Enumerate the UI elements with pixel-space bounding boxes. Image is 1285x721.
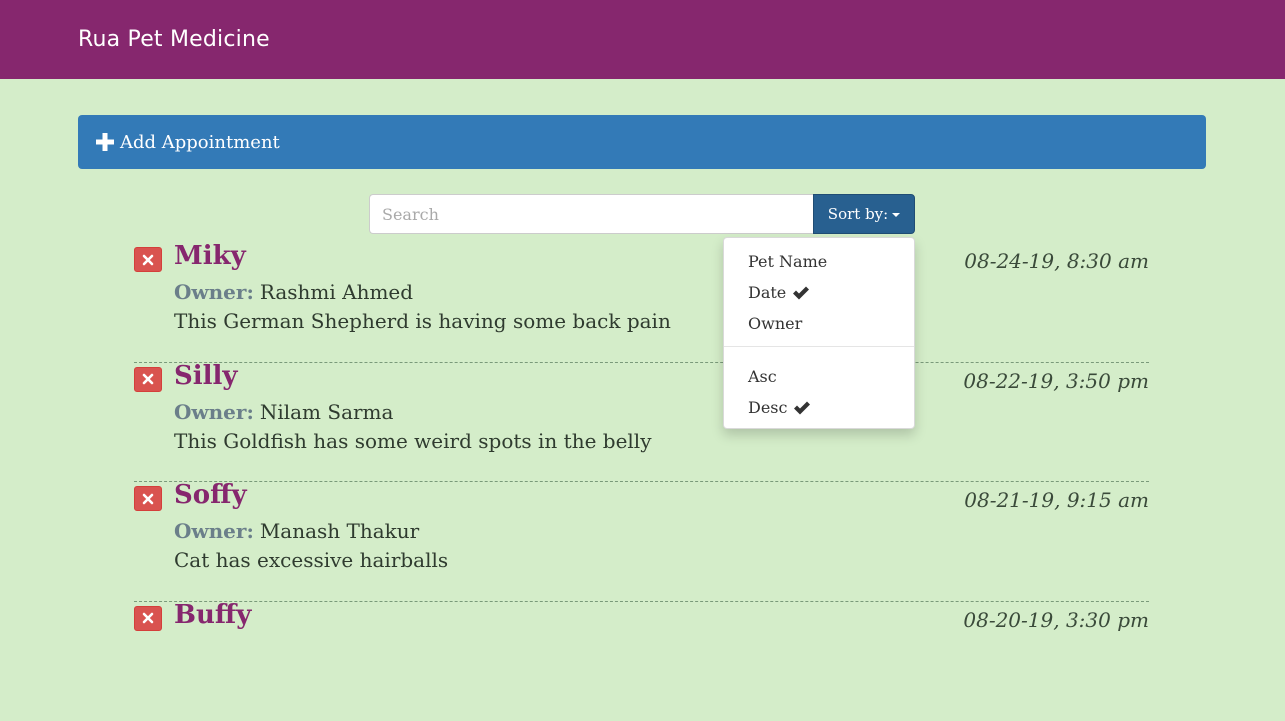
appointment-date: 08-24-19, 8:30 am [964, 249, 1149, 273]
search-input[interactable] [369, 194, 813, 234]
owner-line: Owner:Nilam Sarma [174, 400, 393, 424]
appointment-item: Buffy 08-20-19, 3:30 pm [134, 602, 1149, 721]
sort-option-pet-name[interactable]: Pet Name [724, 246, 914, 277]
sort-option-label: Asc [748, 367, 777, 386]
owner-line: Owner:Rashmi Ahmed [174, 280, 413, 304]
appointment-date: 08-20-19, 3:30 pm [963, 608, 1149, 632]
appointment-item: Silly 08-22-19, 3:50 pm Owner:Nilam Sarm… [134, 363, 1149, 483]
delete-appointment-button[interactable] [134, 247, 162, 272]
delete-appointment-button[interactable] [134, 606, 162, 631]
pet-name: Silly [174, 361, 238, 391]
appointment-item: Soffy 08-21-19, 9:15 am Owner:Manash Tha… [134, 482, 1149, 602]
close-icon [142, 254, 154, 266]
appointment-date: 08-21-19, 9:15 am [964, 488, 1149, 512]
navbar: Rua Pet Medicine [0, 0, 1285, 79]
delete-appointment-button[interactable] [134, 367, 162, 392]
caret-down-icon [892, 213, 900, 217]
owner-label: Owner: [174, 280, 254, 304]
owner-name: Manash Thakur [260, 519, 419, 543]
sort-dropdown-menu: Pet Name Date Owner Asc Desc [723, 237, 915, 429]
owner-name: Rashmi Ahmed [260, 280, 413, 304]
sort-option-owner[interactable]: Owner [724, 308, 914, 339]
sort-option-desc[interactable]: Desc [724, 392, 914, 423]
appointment-item: Miky 08-24-19, 8:30 am Owner:Rashmi Ahme… [134, 243, 1149, 363]
delete-appointment-button[interactable] [134, 486, 162, 511]
owner-label: Owner: [174, 519, 254, 543]
sort-option-label: Owner [748, 314, 802, 333]
owner-line: Owner:Manash Thakur [174, 519, 419, 543]
check-icon [792, 285, 810, 301]
search-group: Sort by: [369, 194, 915, 234]
appointment-notes: This Goldfish has some weird spots in th… [174, 429, 652, 453]
plus-icon [96, 133, 114, 151]
sort-option-asc[interactable]: Asc [724, 361, 914, 392]
app-title: Rua Pet Medicine [78, 27, 270, 52]
pet-name: Miky [174, 241, 246, 271]
appointment-date: 08-22-19, 3:50 pm [963, 369, 1149, 393]
sort-option-date[interactable]: Date [724, 277, 914, 308]
appointment-notes: Cat has excessive hairballs [174, 548, 448, 572]
owner-label: Owner: [174, 400, 254, 424]
sort-by-label: Sort by: [828, 205, 888, 223]
owner-name: Nilam Sarma [260, 400, 394, 424]
sort-option-label: Pet Name [748, 252, 827, 271]
add-appointment-button[interactable]: Add Appointment [78, 115, 1206, 169]
pet-name: Buffy [174, 600, 251, 630]
check-icon [793, 400, 811, 416]
close-icon [142, 373, 154, 385]
appointment-list: Miky 08-24-19, 8:30 am Owner:Rashmi Ahme… [134, 243, 1149, 721]
sort-option-label: Date [748, 283, 786, 302]
appointment-notes: This German Shepherd is having some back… [174, 309, 671, 333]
sort-by-button[interactable]: Sort by: [813, 194, 915, 234]
pet-name: Soffy [174, 480, 247, 510]
close-icon [142, 493, 154, 505]
close-icon [142, 612, 154, 624]
menu-divider [724, 346, 914, 347]
add-appointment-label: Add Appointment [120, 132, 280, 153]
sort-option-label: Desc [748, 398, 787, 417]
